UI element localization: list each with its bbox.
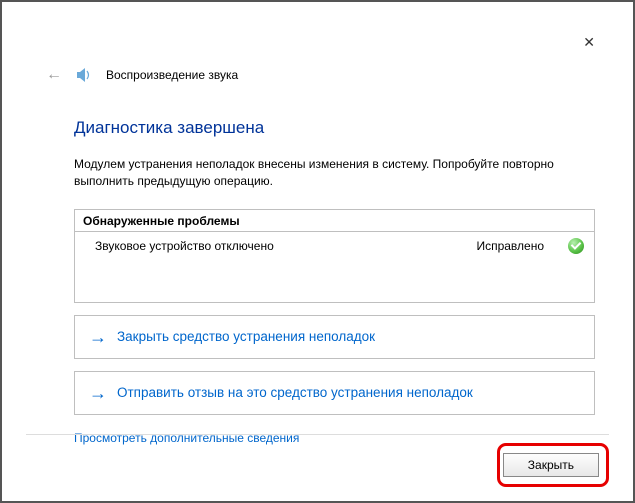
sound-icon <box>76 67 92 83</box>
table-row: Звуковое устройство отключено Исправлено <box>75 232 594 260</box>
send-feedback-link[interactable]: → Отправить отзыв на это средство устран… <box>74 371 595 415</box>
link-label: Отправить отзыв на это средство устранен… <box>117 385 473 400</box>
link-label: Закрыть средство устранения неполадок <box>117 329 375 344</box>
window-close-button[interactable]: ✕ <box>575 30 603 55</box>
close-button[interactable]: Закрыть <box>503 453 599 477</box>
header: ← Воспроизведение звука <box>46 66 238 84</box>
wizard-title: Воспроизведение звука <box>106 68 238 82</box>
content-area: Диагностика завершена Модулем устранения… <box>74 118 595 445</box>
back-arrow-icon: ← <box>46 66 62 84</box>
problems-table: Обнаруженные проблемы Звуковое устройств… <box>74 209 595 303</box>
arrow-right-icon: → <box>89 384 107 402</box>
problems-header: Обнаруженные проблемы <box>75 210 594 232</box>
problem-status: Исправлено <box>476 239 544 253</box>
checkmark-icon <box>568 238 584 254</box>
main-heading: Диагностика завершена <box>74 118 595 138</box>
close-troubleshooter-link[interactable]: → Закрыть средство устранения неполадок <box>74 315 595 359</box>
more-info-link[interactable]: Просмотреть дополнительные сведения <box>74 431 299 445</box>
arrow-right-icon: → <box>89 328 107 346</box>
description-text: Модулем устранения неполадок внесены изм… <box>74 156 595 191</box>
divider <box>26 434 609 435</box>
problem-label: Звуковое устройство отключено <box>95 239 476 253</box>
